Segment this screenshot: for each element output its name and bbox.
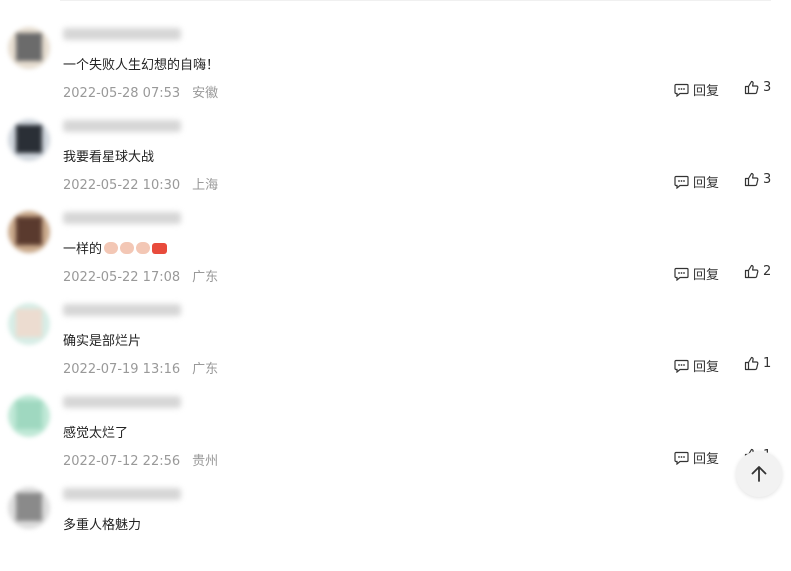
like-button[interactable]: 1 bbox=[744, 356, 771, 371]
avatar[interactable] bbox=[8, 27, 50, 69]
comment-text: 确实是部烂片 bbox=[63, 334, 142, 349]
comment-date: 2022-05-22 10:30 bbox=[63, 178, 181, 193]
username-blurred[interactable] bbox=[63, 120, 181, 132]
reply-button[interactable]: 回复 bbox=[674, 448, 719, 467]
comment-item: 多重人格魅力 bbox=[0, 479, 791, 571]
avatar[interactable] bbox=[8, 119, 50, 161]
comment-location: 安徽 bbox=[192, 86, 219, 101]
comment-item: 感觉太烂了 2022-07-12 22:56贵州 回复 1 bbox=[0, 387, 791, 479]
comment-meta: 2022-07-12 22:56 贵州 bbox=[63, 450, 218, 469]
reply-label: 回复 bbox=[693, 84, 720, 99]
comment-bubble-icon bbox=[674, 83, 689, 97]
username-blurred[interactable] bbox=[63, 396, 181, 408]
comment-location: 上海 bbox=[192, 178, 219, 193]
like-button[interactable]: 3 bbox=[744, 80, 771, 95]
clap-emoji bbox=[120, 242, 135, 254]
avatar[interactable] bbox=[8, 211, 50, 253]
top-divider bbox=[60, 0, 771, 1]
comment-bubble-icon bbox=[674, 359, 689, 373]
comment-bubble-icon bbox=[674, 175, 689, 189]
comment-date: 2022-07-19 13:16 bbox=[63, 362, 181, 377]
comment-bubble-icon bbox=[674, 451, 689, 465]
clap-emoji bbox=[104, 242, 119, 254]
comment-item: 确实是部烂片 2022-07-19 13:16 广东 回复 1 bbox=[0, 295, 791, 387]
reply-label: 回复 bbox=[693, 360, 720, 375]
comment-bubble-icon bbox=[674, 267, 689, 281]
comment-meta: 2022-07-19 13:16 广东 bbox=[63, 358, 218, 377]
like-count: 1 bbox=[763, 356, 772, 371]
comment-text: 多重人格魅力 bbox=[63, 518, 142, 533]
reply-label: 回复 bbox=[693, 176, 720, 191]
scroll-to-top-button[interactable] bbox=[736, 451, 782, 497]
avatar[interactable] bbox=[8, 303, 50, 345]
reply-button[interactable]: 回复 bbox=[674, 80, 719, 99]
thumbs-up-icon bbox=[744, 356, 759, 371]
comment-date: 2022-05-28 07:53 bbox=[63, 86, 181, 101]
thumbs-up-icon bbox=[744, 264, 759, 279]
reply-label: 回复 bbox=[693, 268, 720, 283]
comment-date: 2022-07-12 22:56 bbox=[63, 454, 181, 469]
support-sticker bbox=[152, 243, 168, 254]
username-blurred[interactable] bbox=[63, 304, 181, 316]
username-blurred[interactable] bbox=[63, 488, 181, 500]
like-count: 3 bbox=[763, 172, 772, 187]
like-button[interactable]: 2 bbox=[744, 264, 771, 279]
comment-location: 广东 bbox=[192, 270, 219, 285]
comment-meta: 2022-05-22 17:08 广东 bbox=[63, 266, 218, 285]
comment-text: 感觉太烂了 bbox=[63, 426, 129, 441]
like-count: 2 bbox=[763, 264, 772, 279]
comment-location: 广东 bbox=[192, 362, 219, 377]
like-button[interactable]: 3 bbox=[744, 172, 771, 187]
like-count: 3 bbox=[763, 80, 772, 95]
reply-button[interactable]: 回复 bbox=[674, 264, 719, 283]
comment-date: 2022-05-22 17:08 bbox=[63, 270, 181, 285]
comment-text: 一样的 bbox=[63, 238, 168, 257]
arrow-up-icon bbox=[751, 466, 767, 482]
avatar[interactable] bbox=[8, 395, 50, 437]
comment-meta: 2022-05-22 10:30 上海 bbox=[63, 174, 218, 193]
username-blurred[interactable] bbox=[63, 28, 181, 40]
thumbs-up-icon bbox=[744, 172, 759, 187]
clap-emoji bbox=[136, 242, 151, 254]
comment-item: 我要看星球大战 2022-05-22 10:30 上海 回复 3 bbox=[0, 111, 791, 203]
comment-text: 一个失败人生幻想的自嗨！ bbox=[63, 58, 220, 73]
comment-item: 一样的 2022-05-22 17:08 广东 回复 2 bbox=[0, 203, 791, 295]
reply-button[interactable]: 回复 bbox=[674, 172, 719, 191]
comment-item: 一个失败人生幻想的自嗨！ 2022-05-28 07:53 安徽 回复 3 bbox=[0, 19, 791, 111]
username-blurred[interactable] bbox=[63, 212, 181, 224]
avatar[interactable] bbox=[8, 487, 50, 529]
reply-button[interactable]: 回复 bbox=[674, 356, 719, 375]
comment-text: 我要看星球大战 bbox=[63, 150, 155, 165]
reply-label: 回复 bbox=[693, 452, 720, 467]
comment-meta: 2022-05-28 07:53 安徽 bbox=[63, 82, 218, 101]
comment-location: 贵州 bbox=[192, 454, 219, 469]
thumbs-up-icon bbox=[744, 80, 759, 95]
